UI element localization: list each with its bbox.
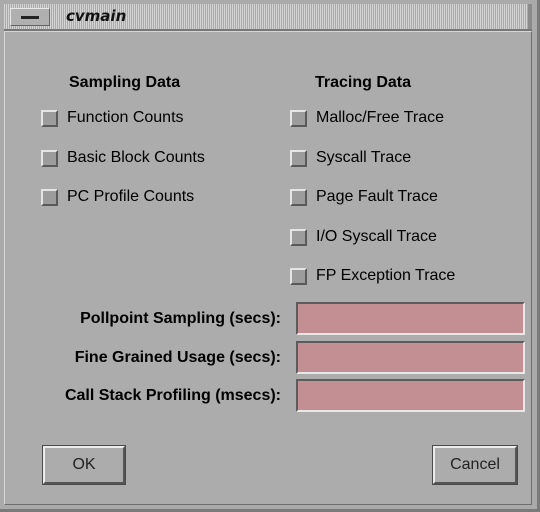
syscall-trace-label: Syscall Trace (316, 149, 412, 166)
cvmain-window: cvmain Sampling Data Tracing Data Functi… (0, 0, 540, 512)
call-stack-profiling-input[interactable] (296, 379, 525, 412)
window-title: cvmain (66, 7, 127, 25)
pollpoint-sampling-input[interactable] (296, 302, 525, 335)
title-bar-edge (528, 4, 532, 29)
checkbox-icon[interactable] (41, 189, 58, 206)
pc-profile-counts-label: PC Profile Counts (67, 188, 195, 205)
checkbox-icon[interactable] (41, 110, 58, 127)
function-counts-label: Function Counts (67, 109, 184, 126)
checkbox-icon[interactable] (290, 110, 307, 127)
fine-grained-usage-input[interactable] (296, 341, 525, 374)
fine-grained-usage-label: Fine Grained Usage (secs): (74, 349, 281, 366)
checkbox-icon[interactable] (290, 189, 307, 206)
options-dialog: Sampling Data Tracing Data Function Coun… (4, 31, 532, 505)
ok-button[interactable]: OK (43, 446, 125, 484)
checkbox-icon[interactable] (290, 229, 307, 246)
basic-block-counts-label: Basic Block Counts (67, 149, 205, 166)
title-bar[interactable]: cvmain (4, 4, 532, 31)
cancel-button[interactable]: Cancel (433, 446, 517, 484)
window-menu-bar-icon (21, 16, 39, 19)
io-syscall-trace-label: I/O Syscall Trace (316, 228, 437, 245)
checkbox-icon[interactable] (290, 150, 307, 167)
checkbox-icon[interactable] (41, 150, 58, 167)
pollpoint-sampling-label: Pollpoint Sampling (secs): (80, 310, 281, 327)
sampling-data-heading: Sampling Data (69, 74, 181, 91)
page-fault-trace-label: Page Fault Trace (316, 188, 438, 205)
window-menu-button[interactable] (10, 8, 50, 26)
call-stack-profiling-label: Call Stack Profiling (msecs): (64, 387, 281, 404)
checkbox-icon[interactable] (290, 268, 307, 285)
fp-exception-trace-label: FP Exception Trace (316, 267, 456, 284)
malloc-free-trace-label: Malloc/Free Trace (316, 109, 445, 126)
tracing-data-heading: Tracing Data (315, 74, 412, 91)
